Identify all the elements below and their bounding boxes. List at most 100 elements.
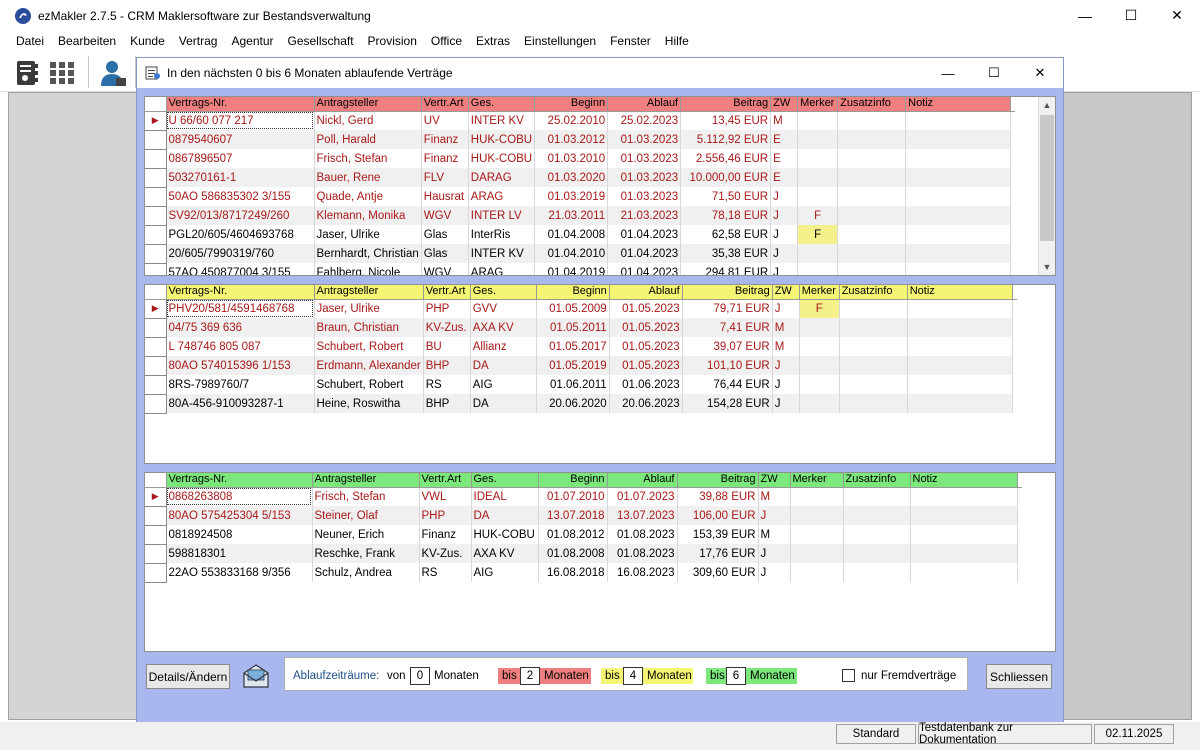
- table-cell[interactable]: M: [772, 318, 800, 337]
- table-cell[interactable]: [839, 394, 908, 413]
- table-cell[interactable]: 01.03.2012: [534, 130, 609, 149]
- table-cell[interactable]: DA: [470, 394, 537, 413]
- table-cell[interactable]: 13,45 EUR: [680, 111, 772, 130]
- table-cell[interactable]: F: [799, 299, 840, 318]
- row-indicator[interactable]: [145, 563, 167, 583]
- table-row[interactable]: 80A-456-910093287-1 Heine, Roswitha BHP DA 2…: [145, 394, 1017, 414]
- table-cell[interactable]: HUK-COBU: [471, 525, 539, 544]
- vertical-scrollbar[interactable]: ▲ ▼: [1038, 97, 1055, 275]
- table-cell[interactable]: E: [770, 149, 799, 168]
- table-cell[interactable]: [799, 375, 840, 394]
- scroll-down-icon[interactable]: ▼: [1039, 259, 1055, 275]
- table-cell[interactable]: [907, 356, 1013, 375]
- table-cell[interactable]: BHP: [423, 394, 471, 413]
- table-cell[interactable]: KV-Zus.: [423, 318, 471, 337]
- row-indicator[interactable]: [145, 263, 167, 275]
- table-cell[interactable]: Klemann, Monika: [314, 206, 422, 225]
- bis-months-input-green[interactable]: 6: [726, 667, 746, 685]
- table-cell[interactable]: [839, 299, 908, 318]
- column-header[interactable]: Notiz: [907, 285, 1013, 300]
- column-header[interactable]: ZW: [758, 473, 791, 488]
- table-cell[interactable]: E: [770, 168, 799, 187]
- table-cell[interactable]: [843, 563, 911, 582]
- table-cell[interactable]: 101,10 EUR: [682, 356, 773, 375]
- table-cell[interactable]: J: [772, 299, 800, 318]
- table-cell[interactable]: 01.03.2020: [534, 168, 609, 187]
- table-cell[interactable]: 0879540607: [166, 130, 315, 149]
- table-cell[interactable]: [837, 263, 907, 275]
- table-cell[interactable]: [905, 149, 1012, 168]
- table-cell[interactable]: [797, 244, 839, 263]
- table-cell[interactable]: 21.03.2011: [534, 206, 609, 225]
- table-cell[interactable]: [907, 318, 1013, 337]
- table-cell[interactable]: 01.08.2012: [538, 525, 608, 544]
- table-cell[interactable]: 20/605/7990319/760: [166, 244, 315, 263]
- table-cell[interactable]: 598818301: [166, 544, 313, 563]
- table-cell[interactable]: 01.07.2010: [538, 487, 608, 506]
- table-cell[interactable]: F: [797, 225, 839, 244]
- table-cell[interactable]: 294,81 EUR: [680, 263, 772, 275]
- table-cell[interactable]: [797, 168, 839, 187]
- table-cell[interactable]: ARAG: [468, 263, 536, 275]
- column-header[interactable]: Zusatzinfo: [839, 285, 908, 300]
- table-cell[interactable]: [790, 525, 844, 544]
- details-button[interactable]: Details/Ändern: [146, 664, 230, 689]
- schliessen-button[interactable]: Schliessen: [986, 664, 1052, 689]
- table-cell[interactable]: IDEAL: [471, 487, 539, 506]
- table-cell[interactable]: J: [772, 394, 800, 413]
- table-cell[interactable]: 01.04.2019: [534, 263, 609, 275]
- table-cell[interactable]: [907, 375, 1013, 394]
- table-cell[interactable]: 80A-456-910093287-1: [166, 394, 315, 413]
- table-cell[interactable]: 78,18 EUR: [680, 206, 772, 225]
- table-cell[interactable]: SV92/013/8717249/260: [166, 206, 315, 225]
- table-cell[interactable]: BU: [423, 337, 471, 356]
- table-cell[interactable]: [905, 225, 1012, 244]
- table-cell[interactable]: 01.03.2023: [607, 187, 682, 206]
- child-minimize-button[interactable]: —: [925, 58, 971, 88]
- table-cell[interactable]: 0868263808: [166, 487, 313, 506]
- email-button[interactable]: [240, 662, 272, 690]
- table-cell[interactable]: J: [770, 263, 799, 275]
- menu-kunde[interactable]: Kunde: [123, 34, 172, 48]
- minimize-button[interactable]: —: [1062, 0, 1108, 31]
- table-cell[interactable]: Braun, Christian: [314, 318, 424, 337]
- column-header[interactable]: Antragsteller: [314, 285, 424, 300]
- table-cell[interactable]: 01.04.2010: [534, 244, 609, 263]
- von-months-input[interactable]: 0: [410, 667, 430, 685]
- table-cell[interactable]: 20.06.2020: [536, 394, 610, 413]
- table-cell[interactable]: [837, 149, 907, 168]
- column-header[interactable]: Beitrag: [677, 473, 759, 488]
- table-cell[interactable]: 153,39 EUR: [677, 525, 759, 544]
- table-cell[interactable]: Jaser, Ulrike: [314, 299, 424, 318]
- table-cell[interactable]: 8RS-7989760/7: [166, 375, 315, 394]
- table-cell[interactable]: [843, 487, 911, 506]
- close-button[interactable]: ✕: [1154, 0, 1200, 31]
- table-cell[interactable]: [797, 149, 839, 168]
- table-cell[interactable]: 25.02.2010: [534, 111, 609, 130]
- table-cell[interactable]: 2.556,46 EUR: [680, 149, 772, 168]
- table-cell[interactable]: InterRis: [468, 225, 536, 244]
- table-cell[interactable]: [910, 525, 1018, 544]
- table-cell[interactable]: Quade, Antje: [314, 187, 422, 206]
- table-cell[interactable]: 16.08.2018: [538, 563, 608, 582]
- table-cell[interactable]: L 748746 805 087: [166, 337, 315, 356]
- column-header[interactable]: Antragsteller: [314, 97, 422, 112]
- table-cell[interactable]: [837, 225, 907, 244]
- menu-bearbeiten[interactable]: Bearbeiten: [51, 34, 123, 48]
- table-cell[interactable]: 01.05.2023: [609, 356, 683, 375]
- row-indicator[interactable]: [145, 244, 167, 264]
- table-cell[interactable]: Frisch, Stefan: [314, 149, 422, 168]
- table-cell[interactable]: Bauer, Rene: [314, 168, 422, 187]
- table-cell[interactable]: [797, 130, 839, 149]
- row-indicator[interactable]: [145, 168, 167, 188]
- table-row[interactable]: 8RS-7989760/7 Schubert, Robert RS AIG 01.06.…: [145, 375, 1017, 395]
- table-cell[interactable]: E: [770, 130, 799, 149]
- table-cell[interactable]: 13.07.2023: [607, 506, 678, 525]
- column-header[interactable]: Merker: [790, 473, 844, 488]
- table-cell[interactable]: RS: [423, 375, 471, 394]
- table-cell[interactable]: [905, 130, 1012, 149]
- table-cell[interactable]: [790, 506, 844, 525]
- row-indicator[interactable]: [145, 337, 167, 357]
- table-cell[interactable]: [797, 111, 839, 130]
- column-header[interactable]: Ges.: [470, 285, 537, 300]
